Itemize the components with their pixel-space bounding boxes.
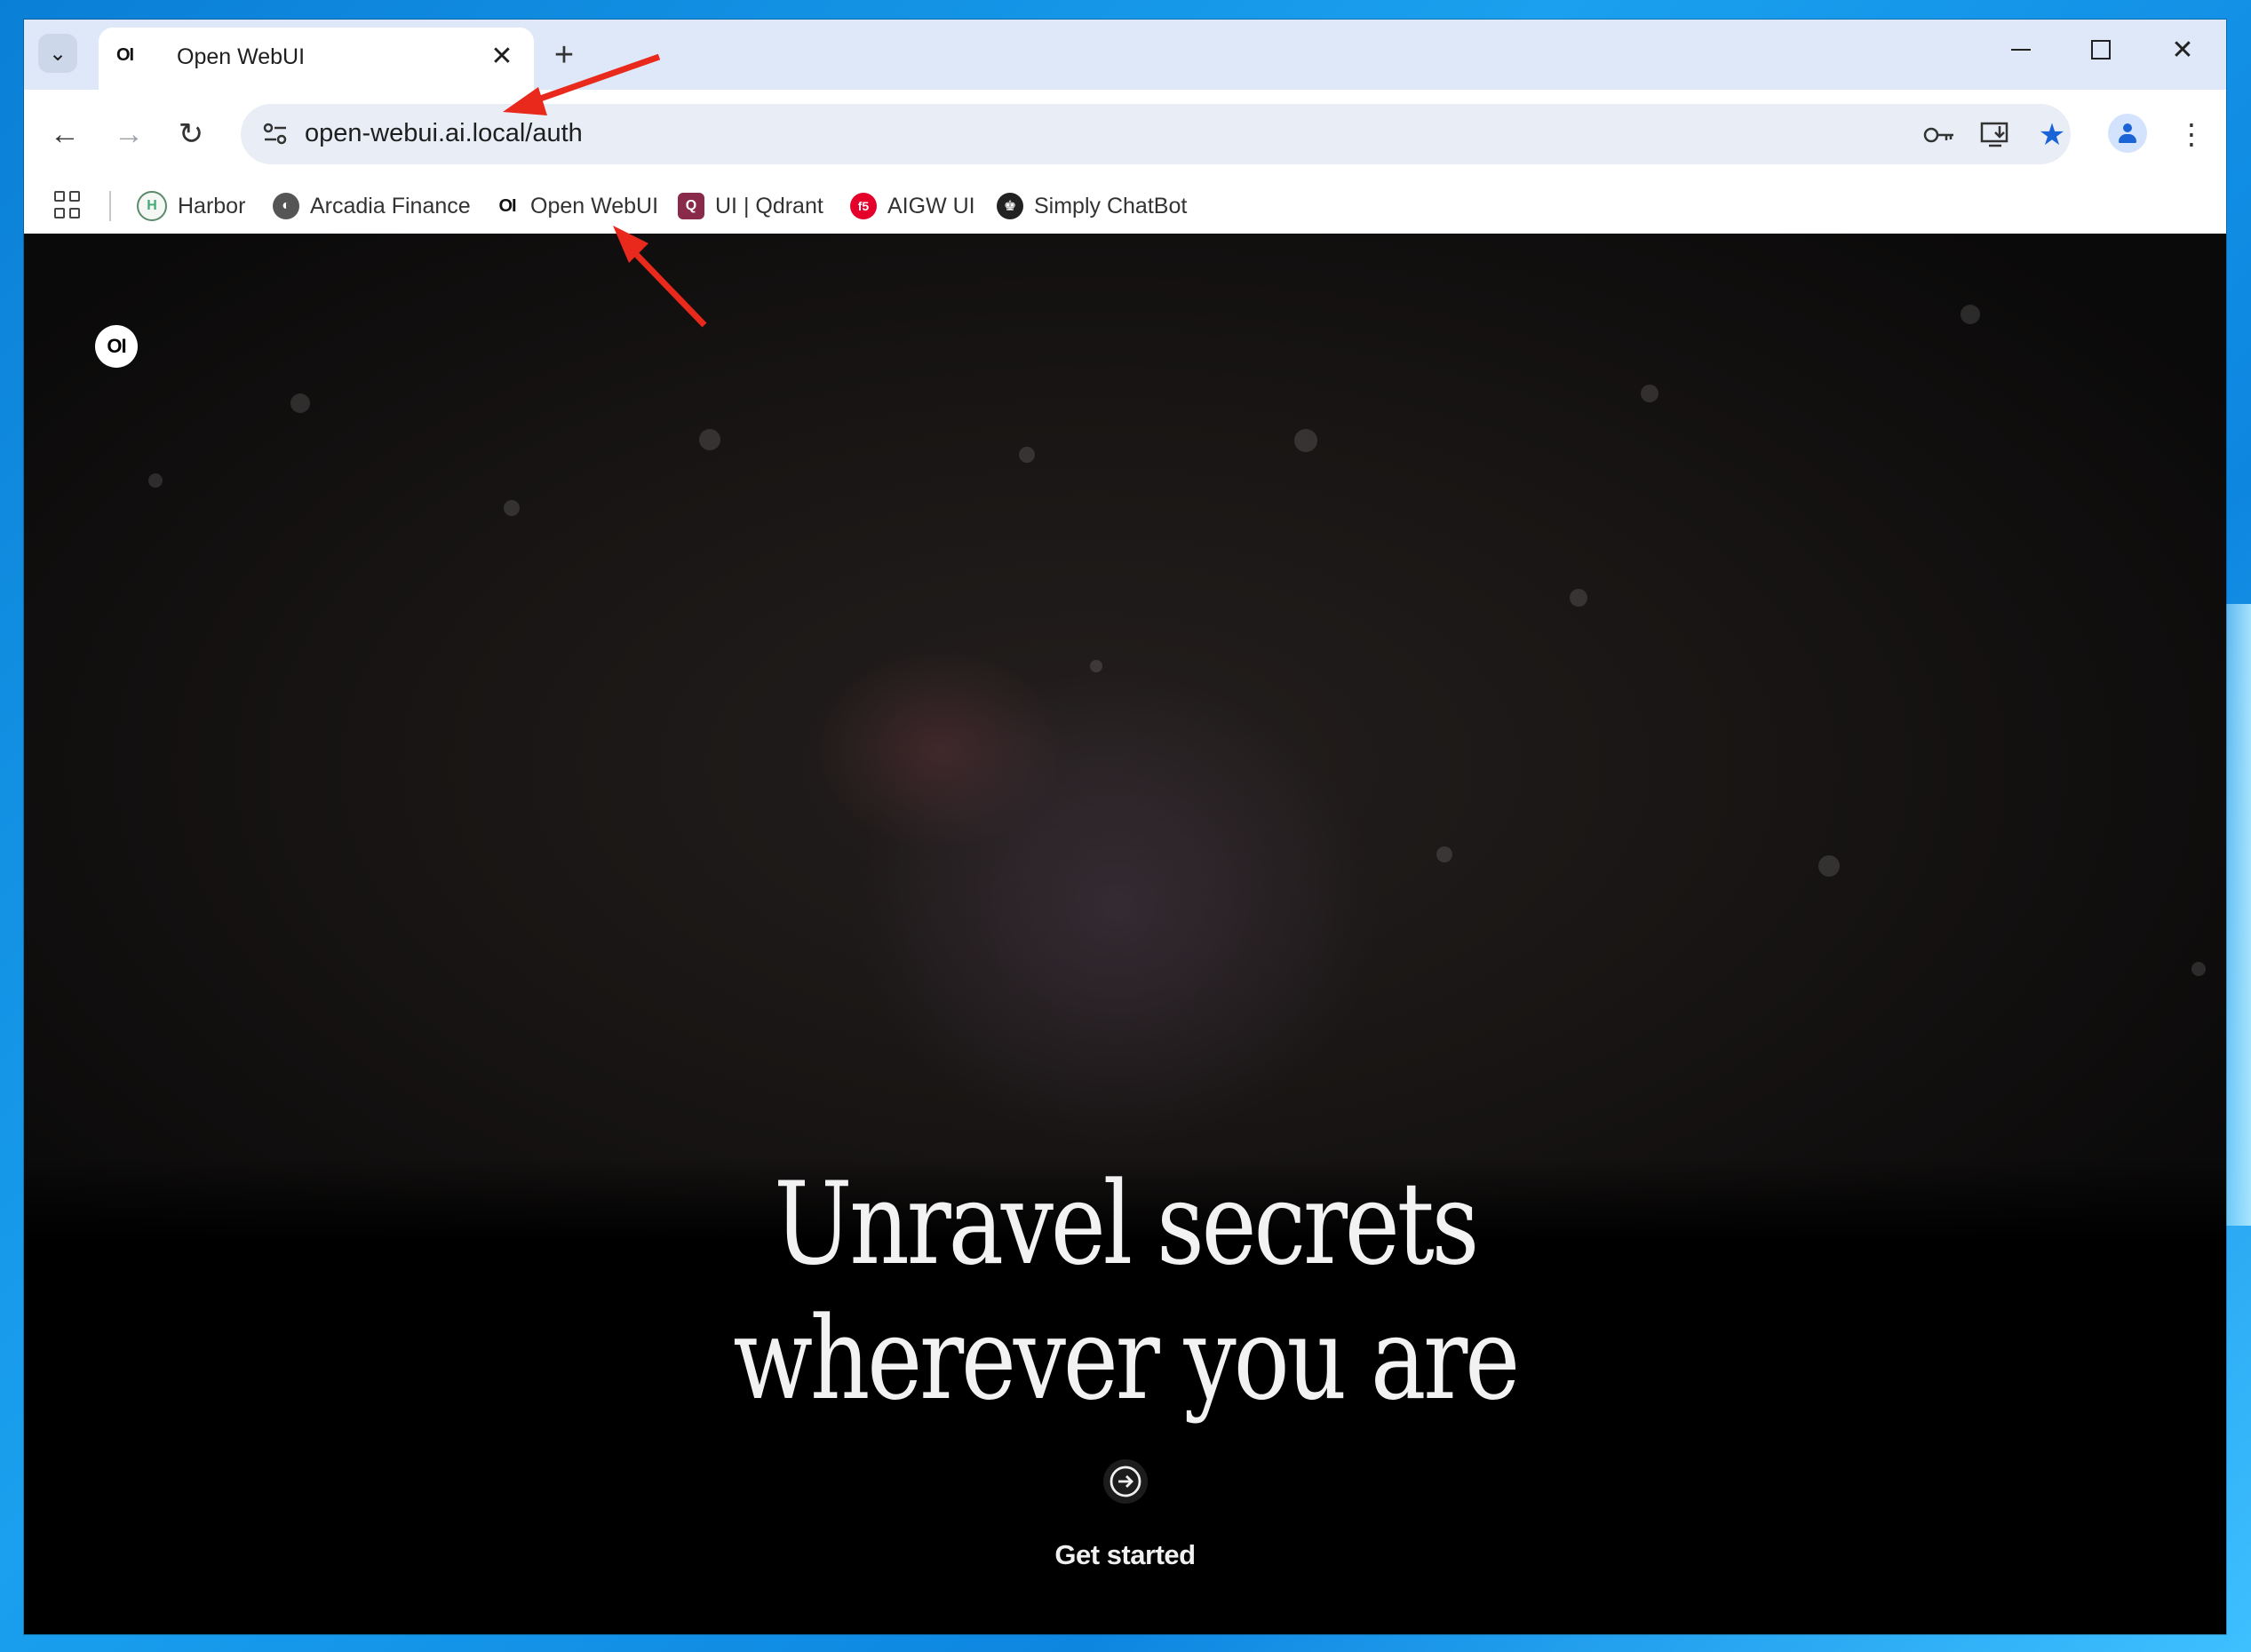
background-particle <box>1961 305 1980 324</box>
bookmark-label: Open WebUI <box>530 193 659 218</box>
address-bar[interactable]: open-webui.ai.local/auth ★ <box>241 104 2071 164</box>
install-icon[interactable] <box>1978 118 2012 152</box>
more-vertical-icon[interactable]: ⋮ <box>2174 113 2209 155</box>
bookmark-aigw-ui[interactable]: f5 AIGW UI <box>850 189 975 223</box>
auth-page: OI Unravel secrets wherever you are Get … <box>24 234 2226 1634</box>
chatbot-icon: ♚ <box>997 193 1023 219</box>
tab-strip: ⌄ OI Open WebUI ✕ + ✕ <box>24 20 2226 90</box>
bookmark-open-webui[interactable]: OI Open WebUI <box>495 189 658 223</box>
arrow-left-icon: ← <box>50 116 80 151</box>
reload-button[interactable]: ↻ <box>170 113 212 155</box>
f5-icon: f5 <box>850 193 877 219</box>
url-text[interactable]: open-webui.ai.local/auth <box>305 119 583 148</box>
get-started-button[interactable] <box>1103 1459 1148 1504</box>
tab-title: Open WebUI <box>177 44 306 69</box>
openwebui-favicon-icon: OI <box>116 45 134 65</box>
bookmark-arcadia-finance[interactable]: ◐ Arcadia Finance <box>273 189 471 223</box>
key-icon-svg <box>1923 127 1953 143</box>
new-tab-button[interactable]: + <box>546 36 582 74</box>
openwebui-icon: OI <box>498 195 516 216</box>
background-particle <box>504 500 520 516</box>
bookmark-star-glyph: ★ <box>2038 118 2066 152</box>
minimize-button[interactable] <box>1994 32 2048 68</box>
avatar <box>2118 123 2137 143</box>
apps-grid-icon[interactable] <box>54 191 83 219</box>
maximize-button[interactable] <box>2074 32 2128 68</box>
globe-icon: ◐ <box>273 193 299 219</box>
background-particle <box>1641 385 1658 402</box>
back-button[interactable]: ← <box>44 113 86 155</box>
plus-icon: + <box>553 36 575 74</box>
browser-toolbar: ← → ↻ open-webui.ai.local/auth ★ ⋮ <box>24 90 2226 179</box>
tab-open-webui[interactable]: OI Open WebUI ✕ <box>99 28 534 90</box>
hero-headline-line-2: wherever you are <box>733 1293 1520 1426</box>
tab-search-button[interactable]: ⌄ <box>38 34 77 73</box>
background-particle <box>1294 429 1317 452</box>
hero-headline-line-1: Unravel secrets <box>774 1158 1479 1291</box>
chevron-down-icon: ⌄ <box>48 41 68 66</box>
bookmark-label: Harbor <box>178 193 246 218</box>
bookmark-label: UI | Qdrant <box>715 193 823 218</box>
background-particle <box>2191 962 2206 976</box>
minimize-icon <box>2011 49 2031 51</box>
bookmarks-divider <box>109 191 111 221</box>
close-window-icon: ✕ <box>2171 35 2194 65</box>
tune-icon <box>263 123 287 145</box>
bookmark-label: Simply ChatBot <box>1034 193 1188 218</box>
bookmark-harbor[interactable]: H Harbor <box>137 189 245 223</box>
background-particle <box>1818 855 1840 877</box>
bookmarks-bar: H Harbor ◐ Arcadia Finance OI Open WebUI… <box>24 179 2226 234</box>
profile-icon[interactable] <box>2108 114 2147 153</box>
background-particle <box>1090 660 1102 672</box>
menu-glyph: ⋮ <box>2177 118 2206 150</box>
background-particle <box>148 473 163 488</box>
get-started-label[interactable]: Get started <box>24 1539 2226 1571</box>
qdrant-icon: Q <box>678 193 704 219</box>
harbor-icon: H <box>137 191 167 221</box>
bookmark-simply-chatbot[interactable]: ♚ Simply ChatBot <box>997 189 1187 223</box>
close-window-button[interactable]: ✕ <box>2156 32 2209 68</box>
bookmark-qdrant[interactable]: Q UI | Qdrant <box>678 189 823 223</box>
openwebui-logo: OI <box>95 325 138 368</box>
background-particle <box>699 429 720 450</box>
key-icon[interactable] <box>1922 118 1956 152</box>
arrow-right-circle-icon <box>1110 1465 1141 1497</box>
arrow-right-icon: → <box>114 116 144 151</box>
reload-icon: ↻ <box>178 117 204 151</box>
background-particle <box>1570 589 1587 607</box>
background-particle <box>1436 846 1452 862</box>
close-icon[interactable]: ✕ <box>486 40 518 72</box>
hero-headline: Unravel secrets wherever you are <box>222 1157 2028 1427</box>
forward-button[interactable]: → <box>107 113 150 155</box>
browser-window: ⌄ OI Open WebUI ✕ + ✕ ← → ↻ open-webui.a… <box>24 20 2226 1634</box>
install-icon-svg <box>1980 122 2008 147</box>
bookmark-label: AIGW UI <box>887 193 975 218</box>
site-info-icon[interactable] <box>260 120 290 148</box>
star-icon[interactable]: ★ <box>2035 118 2069 152</box>
background-particle <box>1019 447 1035 463</box>
maximize-icon <box>2091 40 2111 60</box>
background-particle <box>290 393 310 413</box>
bookmark-label: Arcadia Finance <box>310 193 471 218</box>
